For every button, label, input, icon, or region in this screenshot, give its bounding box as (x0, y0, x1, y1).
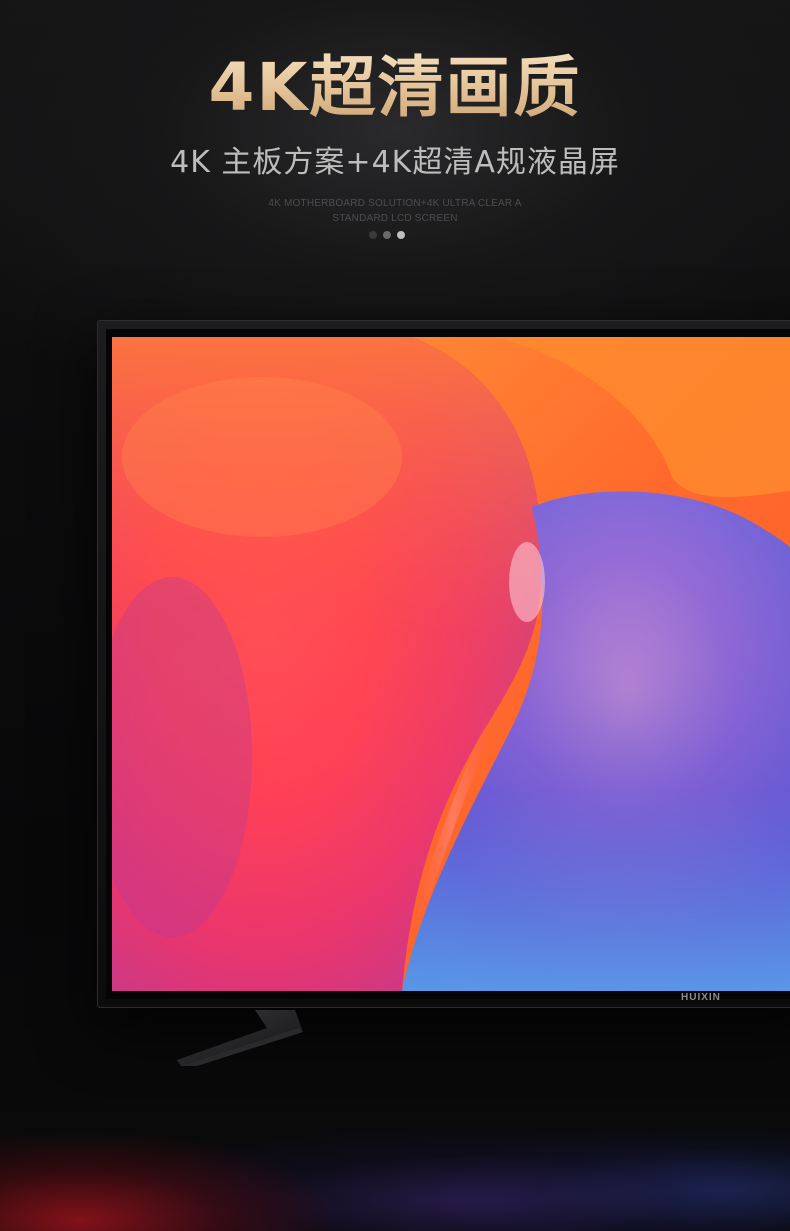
carousel-dot-2[interactable] (383, 231, 391, 239)
floor-reflection (0, 1040, 790, 1231)
abstract-wallpaper-image (112, 337, 790, 991)
english-caption: 4K MOTHERBOARD SOLUTION+4K ULTRA CLEAR A… (245, 196, 545, 226)
product-detail-panel: 4K超清画质 4K 主板方案+4K超清A规液晶屏 4K MOTHERBOARD … (0, 0, 790, 1231)
carousel-dot-3[interactable] (397, 231, 405, 239)
tv-brand-logo: HUIXIN (681, 992, 721, 1003)
carousel-dot-1[interactable] (369, 231, 377, 239)
english-caption-line-1: 4K MOTHERBOARD SOLUTION+4K ULTRA CLEAR A (268, 198, 522, 209)
english-caption-line-2: STANDARD LCD SCREEN (332, 213, 458, 224)
page-title: 4K超清画质 (0, 46, 790, 130)
tv-screen-wallpaper (112, 337, 790, 991)
tv-frame (97, 320, 790, 1008)
carousel-indicator (369, 231, 411, 241)
page-subtitle: 4K 主板方案+4K超清A规液晶屏 (170, 145, 620, 180)
